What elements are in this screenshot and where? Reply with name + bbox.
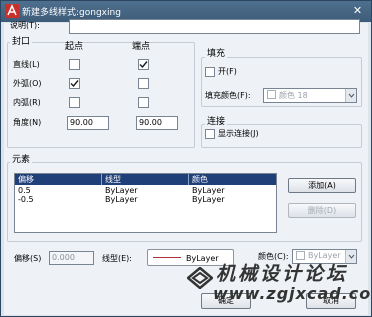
fill-group-title: 填充: [205, 49, 228, 59]
caps-outer-arc-start-checkbox[interactable]: [69, 78, 80, 89]
col-linetype-header[interactable]: 线型: [105, 174, 121, 185]
linetype-value: ByLayer: [186, 254, 219, 263]
fill-color-value: 颜色 18: [279, 91, 308, 100]
fill-on-label: 开(F): [218, 67, 237, 76]
element-color-value: ByLayer: [308, 251, 341, 260]
close-icon: ✕: [352, 4, 363, 17]
caps-angle-end-input[interactable]: 90.00: [136, 116, 178, 130]
caps-line-label: 直线(L): [13, 60, 40, 69]
watermark-text: 机械设计论坛: [216, 263, 349, 285]
add-button[interactable]: 添加(A): [288, 178, 356, 193]
elements-header-row: 偏移 线型 颜色: [15, 174, 276, 185]
connect-group-title: 连接: [205, 117, 228, 127]
autocad-app-icon: [5, 4, 19, 18]
elements-group-title: 元素: [10, 155, 33, 165]
show-joints-checkbox[interactable]: [205, 129, 215, 139]
dialog-body: 说明(T): 封口 起点 端点 直线(L) 外弧(O) 内弧(R) 角度(N) …: [4, 19, 372, 315]
caps-start-header: 起点: [65, 42, 84, 52]
caps-outer-arc-label: 外弧(O): [13, 79, 42, 88]
col-color-header[interactable]: 颜色: [192, 174, 208, 185]
checkmark-icon: [139, 61, 148, 69]
row-offset: 0.5: [18, 186, 31, 195]
description-input[interactable]: [69, 19, 360, 34]
offset-label: 偏移(S): [14, 254, 42, 263]
linetype-preview-line: [153, 257, 181, 258]
chevron-down-icon: [345, 250, 356, 263]
element-color-dropdown[interactable]: ByLayer: [292, 249, 357, 264]
watermark-url: www.zgjxcad.com: [213, 284, 372, 303]
row-color: ByLayer: [192, 195, 225, 204]
caps-inner-arc-end-checkbox[interactable]: [138, 97, 149, 108]
column-divider: [188, 174, 189, 185]
description-label: 说明(T):: [10, 21, 40, 30]
caps-line-start-checkbox[interactable]: [69, 59, 80, 70]
watermark-logo-icon: [187, 267, 213, 289]
caps-outer-arc-end-checkbox[interactable]: [138, 78, 149, 89]
linetype-label: 线型(E):: [102, 254, 132, 263]
caps-end-header: 端点: [132, 42, 151, 52]
row-color: ByLayer: [192, 186, 225, 195]
offset-input[interactable]: 0.000: [49, 251, 94, 265]
row-linetype: ByLayer: [105, 186, 138, 195]
caps-inner-arc-label: 内弧(R): [13, 98, 41, 107]
fill-color-label: 填充颜色(F):: [205, 91, 251, 100]
row-offset: -0.5: [18, 195, 34, 204]
element-color-swatch: [296, 251, 305, 260]
fill-on-checkbox[interactable]: [205, 67, 215, 77]
col-offset-header[interactable]: 偏移: [18, 174, 34, 185]
close-button[interactable]: ✕: [350, 4, 365, 18]
color-label: 颜色(C):: [258, 252, 289, 261]
chevron-down-icon: [345, 89, 356, 102]
window-title: 新建多线样式:gongxing: [22, 8, 121, 18]
caps-angle-label: 角度(N): [13, 118, 42, 127]
fill-color-swatch: [267, 90, 276, 99]
caps-angle-start-input[interactable]: 90.00: [67, 116, 109, 130]
caps-group-title: 封口: [10, 37, 33, 47]
show-joints-label: 显示连接(J): [218, 129, 259, 138]
checkmark-icon: [70, 80, 79, 88]
elements-list[interactable]: 偏移 线型 颜色 0.5 ByLayer ByLayer -0.5 ByLaye…: [14, 173, 277, 233]
caps-group: [7, 42, 195, 148]
caps-line-end-checkbox[interactable]: [138, 59, 149, 70]
dialog-window: 新建多线样式:gongxing ✕ 说明(T): 封口 起点 端点 直线(L) …: [0, 0, 372, 317]
column-divider: [101, 174, 102, 185]
delete-button[interactable]: 删除(D): [288, 203, 356, 218]
table-row[interactable]: -0.5 ByLayer ByLayer: [15, 195, 276, 205]
fill-color-dropdown[interactable]: 颜色 18: [263, 88, 357, 103]
caps-inner-arc-start-checkbox[interactable]: [69, 97, 80, 108]
row-linetype: ByLayer: [105, 195, 138, 204]
